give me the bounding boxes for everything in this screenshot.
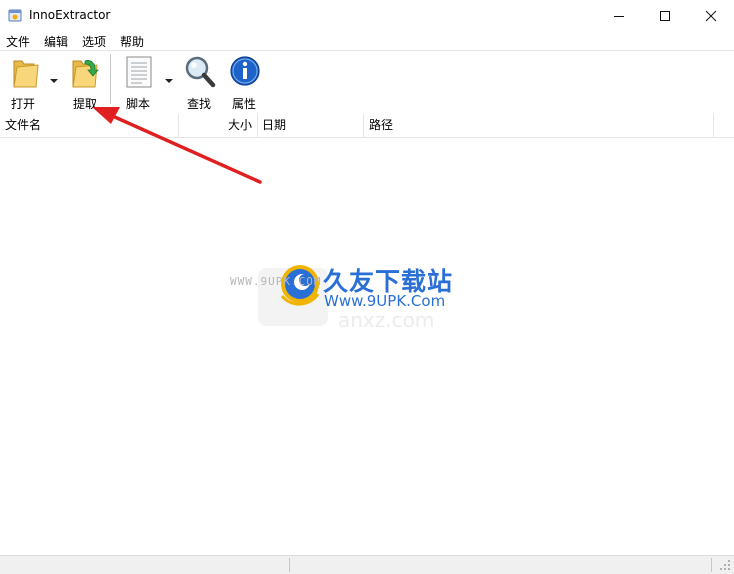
open-label: 打开 [11,97,36,111]
column-path[interactable]: 路径 [364,114,714,137]
open-dropdown-arrow[interactable] [50,79,58,83]
script-button[interactable]: 脚本 [124,55,158,111]
folder-icon [13,60,39,88]
info-icon [230,56,260,86]
status-bar [0,555,734,574]
column-date[interactable]: 日期 [258,114,364,137]
folder-extract-icon [72,60,99,88]
column-filename[interactable]: 文件名 [0,114,179,137]
menu-edit[interactable]: 编辑 [44,33,68,50]
properties-label: 属性 [232,97,257,111]
column-filename-label: 文件名 [5,118,42,132]
script-document-icon [126,56,152,88]
status-pane-2 [290,558,712,572]
close-icon [705,10,717,21]
magnifier-icon [185,56,216,88]
app-window: InnoExtractor 文件 编辑 选项 帮助 打开 提取 脚本 查找 属性… [0,0,734,574]
toolbar-separator [110,54,111,104]
column-path-label: 路径 [369,118,394,132]
window-title: InnoExtractor [29,8,111,22]
watermark: WWW.9UPK.COM 久友下载站 Www.9UPK.Com anxz.com [230,250,498,332]
menu-options[interactable]: 选项 [82,33,106,50]
properties-button[interactable]: 属性 [229,55,263,111]
column-size[interactable]: 大小 [179,114,258,137]
column-header: 文件名 大小 日期 路径 [0,114,734,138]
find-button[interactable]: 查找 [184,55,218,111]
app-icon [8,9,22,22]
minimize-icon [614,15,624,17]
column-size-label: 大小 [227,118,252,132]
status-pane-1 [0,558,290,572]
find-label: 查找 [187,97,212,111]
watermark-left-text: WWW.9UPK.COM [230,275,322,288]
extract-button[interactable]: 提取 [70,55,104,111]
extract-label: 提取 [73,97,98,111]
watermark-ghost-text: anxz.com [338,308,435,332]
menu-file[interactable]: 文件 [6,33,30,50]
menu-help[interactable]: 帮助 [120,33,144,50]
menu-bar: 文件 编辑 选项 帮助 [0,31,734,50]
minimize-button[interactable] [596,0,642,31]
maximize-button[interactable] [642,0,688,31]
script-dropdown-arrow[interactable] [165,79,173,83]
close-button[interactable] [688,0,734,31]
title-bar: InnoExtractor [0,0,734,31]
resize-grip-icon[interactable] [719,559,731,571]
maximize-icon [660,10,670,21]
script-label: 脚本 [126,97,151,111]
column-date-label: 日期 [262,118,287,132]
open-button[interactable]: 打开 [8,55,48,111]
file-list[interactable] [0,138,734,555]
